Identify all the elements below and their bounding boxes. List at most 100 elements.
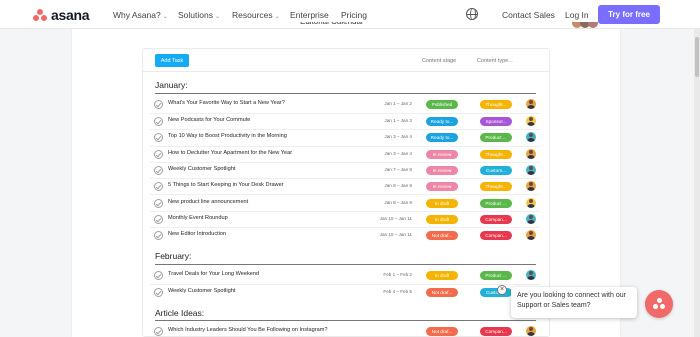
globe-icon[interactable] xyxy=(466,8,478,20)
content-type-badge[interactable]: Compan... xyxy=(480,231,512,240)
divider xyxy=(155,93,536,94)
section-header-article-ideas[interactable]: Article Ideas: xyxy=(155,308,204,318)
try-for-free-button[interactable]: Try for free xyxy=(598,5,660,24)
content-stage-badge[interactable]: Ready to... xyxy=(426,117,458,126)
chat-launcher-button[interactable] xyxy=(645,290,673,318)
column-header-content-type[interactable]: Content type... xyxy=(477,58,513,64)
task-row[interactable]: New Editor Introduction Jan 10 – Jan 11 … xyxy=(150,228,540,244)
content-stage-badge[interactable]: In draft xyxy=(426,215,458,224)
task-row[interactable]: Which Industry Leaders Should You Be Fol… xyxy=(150,324,540,337)
content-type-badge[interactable]: Compan... xyxy=(480,327,512,336)
content-stage-badge[interactable]: Not draf... xyxy=(426,231,458,240)
checkmark-icon[interactable] xyxy=(154,288,163,297)
task-dates: Jan 3 – Jan 4 xyxy=(384,134,412,139)
task-row[interactable]: How to Declutter Your Apartment for the … xyxy=(150,147,540,163)
checkmark-icon[interactable] xyxy=(154,117,163,126)
task-name[interactable]: New product line announcement xyxy=(168,199,248,205)
assignee-avatar[interactable] xyxy=(526,149,536,159)
content-type-badge[interactable]: Thought... xyxy=(480,100,512,109)
content-stage-badge[interactable]: In review xyxy=(426,150,458,159)
assignee-avatar[interactable] xyxy=(526,270,536,280)
content-type-badge[interactable]: Thought... xyxy=(480,182,512,191)
checkmark-icon[interactable] xyxy=(154,231,163,240)
content-stage-badge[interactable]: In review xyxy=(426,166,458,175)
task-row[interactable]: New Podcasts for Your Commute Jan 1 – Ja… xyxy=(150,114,540,130)
login-link[interactable]: Log In xyxy=(565,10,589,20)
checkmark-icon[interactable] xyxy=(154,182,163,191)
assignee-avatar[interactable] xyxy=(526,132,536,142)
nav-solutions[interactable]: Solutions ⌄ xyxy=(178,10,220,20)
checkmark-icon[interactable] xyxy=(154,215,163,224)
task-name[interactable]: Which Industry Leaders Should You Be Fol… xyxy=(168,327,328,333)
nav-enterprise[interactable]: Enterprise xyxy=(290,10,329,20)
section-header-january[interactable]: January: xyxy=(155,80,188,90)
divider xyxy=(155,320,536,321)
task-row[interactable]: Travel Deals for Your Long Weekend Feb 1… xyxy=(150,268,540,284)
close-icon[interactable]: × xyxy=(497,285,507,295)
nav-why-asana[interactable]: Why Asana? ⌄ xyxy=(113,10,168,20)
task-dates: Feb 4 – Feb 5 xyxy=(383,289,412,294)
content-stage-badge[interactable]: In draft xyxy=(426,199,458,208)
content-stage-badge[interactable]: Ready to... xyxy=(426,133,458,142)
chevron-down-icon: ⌄ xyxy=(274,14,280,20)
task-row[interactable]: Top 10 Way to Boost Productivity in the … xyxy=(150,130,540,146)
assignee-avatar[interactable] xyxy=(526,230,536,240)
checkmark-icon[interactable] xyxy=(154,271,163,280)
task-name[interactable]: New Podcasts for Your Commute xyxy=(168,117,250,123)
assignee-avatar[interactable] xyxy=(526,165,536,175)
column-header-content-stage[interactable]: Content stage xyxy=(422,58,456,64)
task-row[interactable]: New product line announcement Jan 8 – Ja… xyxy=(150,196,540,212)
task-name[interactable]: Monthly Event Roundup xyxy=(168,215,228,221)
task-name[interactable]: What's Your Favorite Way to Start a New … xyxy=(168,100,285,106)
task-name[interactable]: How to Declutter Your Apartment for the … xyxy=(168,150,292,156)
asana-logo[interactable]: asana xyxy=(33,7,90,23)
task-name[interactable]: Travel Deals for Your Long Weekend xyxy=(168,271,259,277)
task-row[interactable]: 5 Things to Start Keeping in Your Desk D… xyxy=(150,179,540,195)
content-type-badge[interactable]: Custom... xyxy=(480,166,512,175)
assignee-avatar[interactable] xyxy=(526,198,536,208)
task-name[interactable]: Weekly Customer Spotlight xyxy=(168,288,235,294)
task-row[interactable]: Monthly Event Roundup Jan 10 – Jan 11 In… xyxy=(150,212,540,228)
assignee-avatar[interactable] xyxy=(526,116,536,126)
nav-resources[interactable]: Resources ⌄ xyxy=(232,10,280,20)
content-type-badge[interactable]: Thought... xyxy=(480,150,512,159)
add-task-button[interactable]: Add Task xyxy=(155,54,189,67)
assignee-avatar[interactable] xyxy=(526,99,536,109)
divider xyxy=(150,194,540,195)
page-scrollbar[interactable] xyxy=(694,29,700,337)
task-name[interactable]: 5 Things to Start Keeping in Your Desk D… xyxy=(168,182,284,188)
assignee-avatar[interactable] xyxy=(526,214,536,224)
content-stage-badge[interactable]: In draft xyxy=(426,271,458,280)
task-name[interactable]: New Editor Introduction xyxy=(168,231,226,237)
assignee-avatar[interactable] xyxy=(526,181,536,191)
content-type-badge[interactable]: Product ... xyxy=(480,271,512,280)
content-type-badge[interactable]: Product ... xyxy=(480,199,512,208)
chat-prompt-bubble[interactable]: Are you looking to connect with our Supp… xyxy=(511,287,637,318)
brand-name: asana xyxy=(51,7,90,23)
contact-sales-link[interactable]: Contact Sales xyxy=(502,10,555,20)
content-type-badge[interactable]: Sponsor... xyxy=(480,117,512,126)
content-type-badge[interactable]: Product ... xyxy=(480,133,512,142)
content-stage-badge[interactable]: Not draf... xyxy=(426,327,458,336)
content-stage-badge[interactable]: In review xyxy=(426,182,458,191)
checkmark-icon[interactable] xyxy=(154,166,163,175)
assignee-avatar[interactable] xyxy=(526,326,536,336)
checkmark-icon[interactable] xyxy=(154,150,163,159)
content-stage-badge[interactable]: Not draf... xyxy=(426,288,458,297)
checkmark-icon[interactable] xyxy=(154,133,163,142)
project-members xyxy=(572,22,598,28)
checkmark-icon[interactable] xyxy=(154,199,163,208)
checkmark-icon[interactable] xyxy=(154,327,163,336)
checkmark-icon[interactable] xyxy=(154,100,163,109)
task-row[interactable]: Weekly Customer Spotlight Jan 7 – Jan 8 … xyxy=(150,163,540,179)
content-stage-badge[interactable]: Published xyxy=(426,100,458,109)
task-name[interactable]: Top 10 Way to Boost Productivity in the … xyxy=(168,133,287,139)
nav-pricing[interactable]: Pricing xyxy=(341,10,367,20)
task-row[interactable]: What's Your Favorite Way to Start a New … xyxy=(150,97,540,113)
chevron-down-icon: ⌄ xyxy=(162,14,168,20)
content-type-badge[interactable]: Custom... xyxy=(480,288,512,297)
task-name[interactable]: Weekly Customer Spotlight xyxy=(168,166,235,172)
task-row[interactable]: Weekly Customer Spotlight Feb 4 – Feb 5 … xyxy=(150,285,540,301)
section-header-february[interactable]: February: xyxy=(155,251,191,261)
content-type-badge[interactable]: Compan... xyxy=(480,215,512,224)
